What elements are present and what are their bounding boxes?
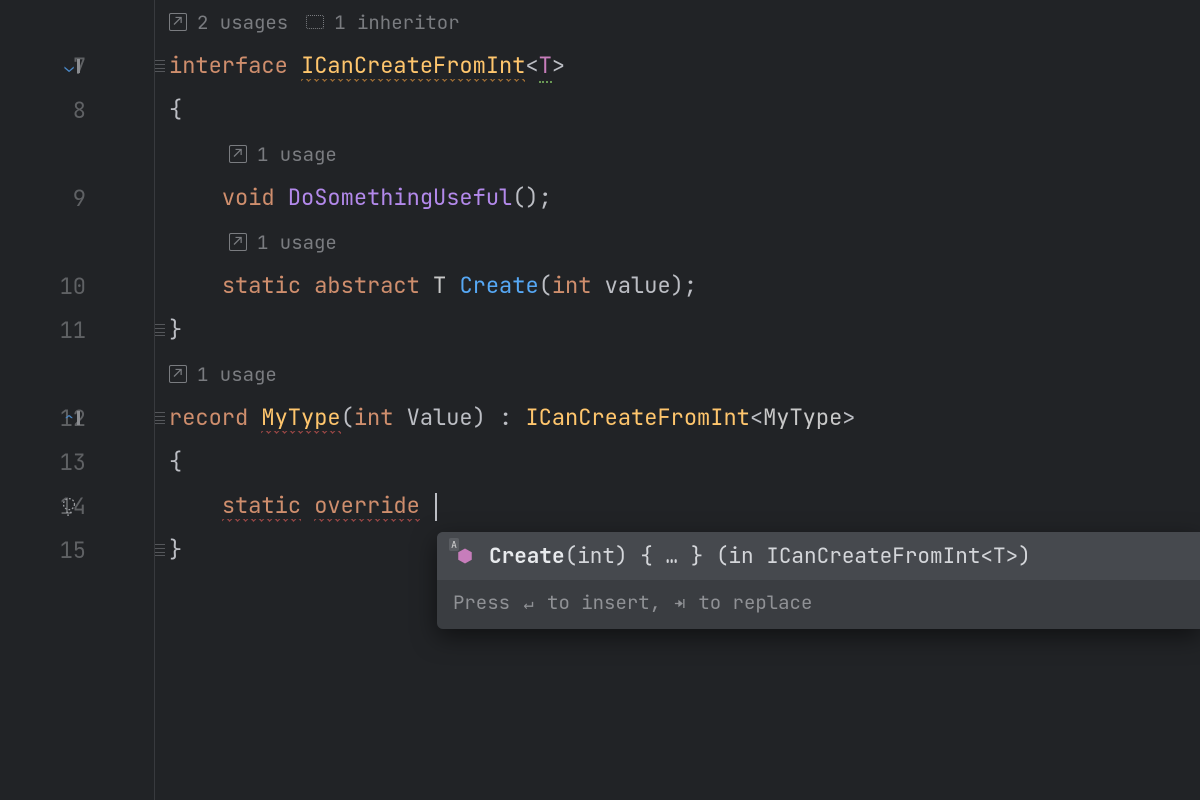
param-name: value [605,271,671,300]
completion-hint: Press ↵ to insert, ⇥ to replace [437,580,1200,629]
code-editor[interactable]: ⌄ 7 8 9 10 11 ⌃ 12 13 [0,0,1200,800]
line-number: 10 [60,272,86,301]
keyword: abstract [314,271,420,300]
fold-handle[interactable] [154,541,166,559]
code-lens[interactable]: 2 usages 1 inheritor [155,0,1200,44]
line-number: 8 [73,96,86,125]
external-link-icon [229,233,247,251]
override-down-icon[interactable]: ⌄ [56,56,88,77]
usages-count[interactable]: 1 usage [257,142,337,167]
code-line[interactable]: { [155,88,1200,132]
completion-item[interactable]: A Create(int) { … } (in ICanCreateFromIn… [437,532,1200,580]
gutter-row: 10 [0,264,154,308]
param-type: int [552,271,592,300]
gutter-row: 15 [0,528,154,572]
line-number: 11 [60,316,86,345]
line-number: 13 [60,448,86,477]
keyword: override [314,491,420,522]
code-line[interactable]: void DoSomethingUseful(); [155,176,1200,220]
return-type: T [433,271,446,300]
code-line[interactable]: static abstract T Create(int value); [155,264,1200,308]
type-parameter: T [539,51,552,83]
code-line[interactable]: } [155,308,1200,352]
type-argument: MyType [763,403,842,432]
gutter-row [0,132,154,176]
gutter-row: 13 [0,440,154,484]
line-number: 15 [60,536,86,565]
param-name: Value [407,403,473,432]
gutter-row: 9 [0,176,154,220]
external-link-icon [169,13,187,31]
code-lens[interactable]: 1 usage [155,132,1200,176]
gutter: ⌄ 7 8 9 10 11 ⌃ 12 13 [0,0,154,800]
type-name: MyType [261,403,340,434]
external-link-icon [229,145,247,163]
gutter-row [0,0,154,44]
completion-text: Create(int) { … } (in ICanCreateFromInt<… [489,543,1031,570]
gutter-row: 11 [0,308,154,352]
fold-handle[interactable] [154,321,166,339]
enter-key-icon: ↵ [521,593,535,615]
code-lens[interactable]: 1 usage [155,220,1200,264]
tab-key-icon: ⇥ [672,593,686,615]
usages-count[interactable]: 1 usage [257,230,337,255]
keyword: static [222,271,301,300]
gutter-row: 8 [0,88,154,132]
method-name: Create [459,271,538,300]
external-link-icon [169,365,187,383]
gutter-row: ⌃ 12 [0,396,154,440]
code-line[interactable]: { [155,440,1200,484]
keyword: record [169,403,248,432]
fold-handle[interactable] [154,409,166,427]
completion-popup[interactable]: A Create(int) { … } (in ICanCreateFromIn… [437,532,1200,629]
gutter-row: ⌄ 7 [0,44,154,88]
code-area[interactable]: 2 usages 1 inheritor interface ICanCreat… [154,0,1200,800]
type-name: ICanCreateFromInt [301,51,525,82]
fold-handle[interactable] [154,57,166,75]
code-lens[interactable]: 1 usage [155,352,1200,396]
code-line[interactable]: static override [155,484,1200,528]
code-line[interactable]: interface ICanCreateFromInt<T> [155,44,1200,88]
method-name: DoSomethingUseful [288,183,512,212]
override-up-icon[interactable]: ⌃ [56,408,88,429]
code-line[interactable]: record MyType(int Value) : ICanCreateFro… [155,396,1200,440]
gutter-row [0,220,154,264]
inheritor-icon [306,15,324,29]
inheritors-count[interactable]: 1 inheritor [334,10,459,35]
usages-count[interactable]: 1 usage [197,362,277,387]
lightbulb-icon[interactable] [56,493,82,519]
method-icon: A [453,544,477,568]
text-caret [435,493,437,521]
usages-count[interactable]: 2 usages [197,10,288,35]
param-type: int [354,403,394,432]
keyword: void [222,183,275,212]
keyword: interface [169,51,288,80]
keyword: static [222,491,301,522]
gutter-row [0,352,154,396]
gutter-row: 14 [0,484,154,528]
base-type: ICanCreateFromInt [525,403,749,432]
line-number: 9 [73,184,86,213]
